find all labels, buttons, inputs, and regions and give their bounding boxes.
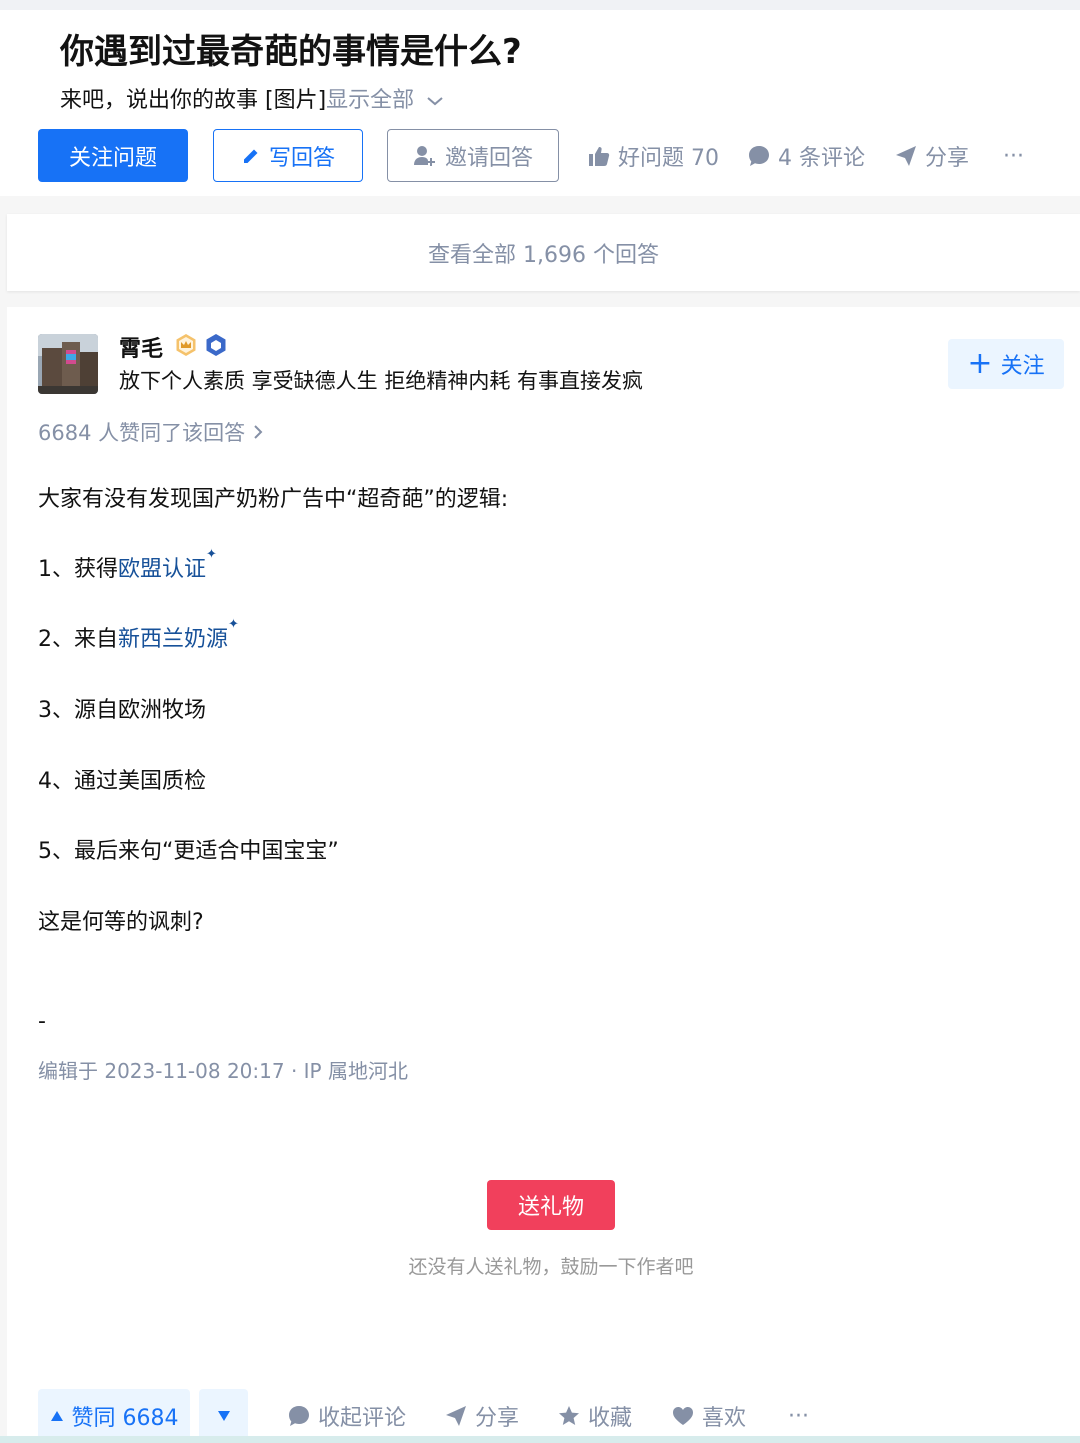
- plus-icon: +: [967, 346, 993, 381]
- gift-tip: 还没有人送礼物，鼓励一下作者吧: [408, 1256, 694, 1278]
- collapse-comments-button[interactable]: 收起评论: [288, 1401, 406, 1431]
- write-answer-label: 写回答: [268, 145, 335, 171]
- share-answer-label: 分享: [475, 1406, 520, 1431]
- share-question-button[interactable]: 分享: [895, 140, 969, 172]
- share-question-label: 分享: [925, 146, 970, 171]
- heart-icon: [673, 1407, 693, 1425]
- invite-answer-label: 邀请回答: [444, 145, 533, 171]
- like-button[interactable]: 喜欢: [672, 1401, 746, 1431]
- invite-answer-button[interactable]: 邀请回答: [387, 129, 559, 182]
- bottom-divider: [0, 1436, 1080, 1443]
- follow-author-button[interactable]: + 关注: [948, 339, 1064, 389]
- answer-item-4: 4、通过美国质检: [38, 769, 206, 794]
- good-question-label: 好问题 70: [618, 146, 719, 171]
- more-icon: ···: [1003, 143, 1024, 169]
- send-gift-button[interactable]: 送礼物: [487, 1180, 615, 1230]
- avatar[interactable]: [38, 334, 98, 394]
- answer-card: 霄毛 放下个人素质 享受缺德人生 拒绝精神内耗 有事直接发疯 + 关注 6684…: [7, 307, 1080, 1443]
- answer-item-1: 1、获得欧盟认证✦: [38, 547, 217, 583]
- question-header: 你遇到过最奇葩的事情是什么? 来吧，说出你的故事 [图片]显示全部 关注问题 写…: [0, 0, 1080, 196]
- follow-author-label: 关注: [1000, 354, 1045, 379]
- item-1-prefix: 1、获得: [38, 557, 118, 582]
- eu-certification-link[interactable]: 欧盟认证✦: [118, 547, 217, 582]
- author-name[interactable]: 霄毛: [119, 331, 163, 363]
- paper-plane-icon: [896, 146, 916, 166]
- question-detail-text: 来吧，说出你的故事 [图片]: [60, 88, 327, 113]
- more-icon: ···: [788, 1403, 809, 1429]
- comment-icon: [289, 1406, 309, 1426]
- more-options-button[interactable]: ···: [1003, 140, 1024, 172]
- question-title: 你遇到过最奇葩的事情是什么?: [60, 32, 522, 72]
- collect-button[interactable]: 收藏: [558, 1401, 632, 1431]
- answer-more-button[interactable]: ···: [788, 1401, 809, 1431]
- sparkle-icon: ✦: [228, 617, 239, 632]
- share-answer-button[interactable]: 分享: [445, 1401, 519, 1431]
- answer-item-3: 3、源自欧洲牧场: [38, 698, 206, 723]
- vote-summary-text: 6684 人赞同了该回答: [38, 421, 246, 445]
- pencil-icon: [243, 149, 258, 163]
- sparkle-icon: ✦: [206, 547, 217, 562]
- triangle-down-icon: [217, 1411, 230, 1421]
- vote-up-button[interactable]: 赞同 6684: [38, 1389, 190, 1443]
- collapse-comments-label: 收起评论: [318, 1406, 407, 1431]
- follow-question-label: 关注问题: [68, 145, 157, 171]
- triangle-up-icon: [50, 1411, 63, 1421]
- item-2-prefix: 2、来自: [38, 627, 118, 652]
- view-all-answers-link[interactable]: 查看全部 1,696 个回答: [7, 214, 1080, 291]
- add-user-icon: [413, 145, 435, 166]
- edit-time: 编辑于 2023-11-08 20:17 · IP 属地河北: [38, 1059, 408, 1083]
- show-all-link[interactable]: 显示全部: [326, 88, 414, 113]
- chevron-right-icon: [252, 421, 264, 445]
- vote-up-label: 赞同 6684: [71, 1406, 179, 1431]
- comments-button[interactable]: 4 条评论: [748, 140, 865, 172]
- answer-intro: 大家有没有发现国产奶粉广告中“超奇葩”的逻辑:: [38, 487, 509, 512]
- answer-item-5: 5、最后来句“更适合中国宝宝”: [38, 839, 339, 864]
- good-question-button[interactable]: 好问题 70: [588, 140, 719, 172]
- write-answer-button[interactable]: 写回答: [213, 129, 363, 182]
- chevron-down-icon[interactable]: [426, 91, 444, 112]
- answer-item-2: 2、来自新西兰奶源✦: [38, 617, 239, 653]
- comments-label: 4 条评论: [778, 146, 865, 171]
- question-detail: 来吧，说出你的故事 [图片]显示全部: [60, 82, 444, 114]
- vote-down-button[interactable]: [199, 1389, 248, 1443]
- item-2-link-text: 新西兰奶源: [118, 627, 229, 652]
- answer-conclusion: 这是何等的讽刺?: [38, 910, 204, 935]
- item-1-link-text: 欧盟认证: [118, 557, 207, 582]
- send-gift-label: 送礼物: [517, 1195, 584, 1220]
- author-bio: 放下个人素质 享受缺德人生 拒绝精神内耗 有事直接发疯: [119, 369, 644, 393]
- verified-badge-icon: [206, 334, 226, 356]
- nz-milk-source-link[interactable]: 新西兰奶源✦: [118, 617, 239, 652]
- paper-plane-icon: [446, 1406, 466, 1426]
- answer-dash: -: [38, 1009, 46, 1034]
- crown-badge-icon: [176, 334, 196, 356]
- star-icon: [559, 1406, 579, 1425]
- vote-summary-link[interactable]: 6684 人赞同了该回答: [38, 417, 264, 447]
- comment-icon: [749, 146, 769, 166]
- follow-question-button[interactable]: 关注问题: [38, 129, 188, 182]
- collect-label: 收藏: [588, 1406, 633, 1431]
- like-label: 喜欢: [702, 1406, 747, 1431]
- thumbs-up-icon: [589, 147, 610, 166]
- view-all-answers-label: 查看全部 1,696 个回答: [428, 242, 659, 268]
